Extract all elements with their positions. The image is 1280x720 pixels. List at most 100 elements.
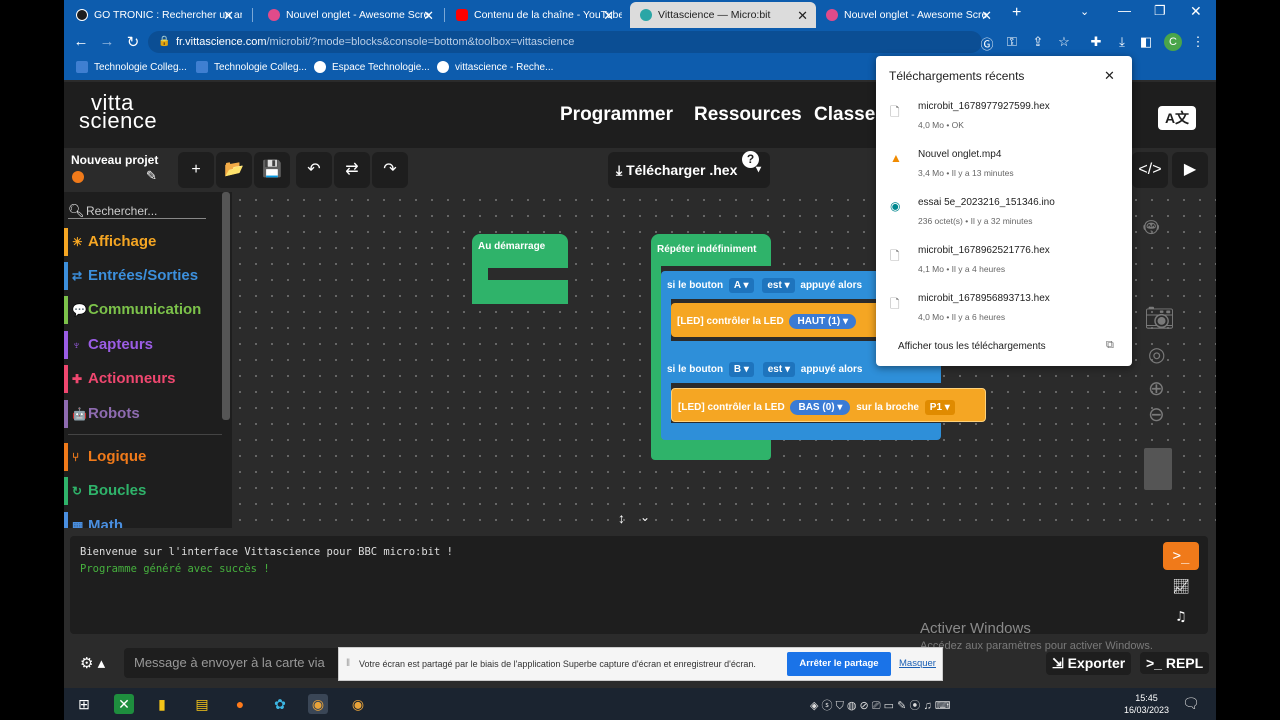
plotter-icon[interactable]: 📈︎ [1163, 573, 1199, 601]
category-boucles[interactable]: ↻ Boucles [64, 477, 224, 505]
button-b-dropdown[interactable]: B ▾ [728, 362, 754, 377]
console-terminal-icon[interactable]: >_ [1163, 542, 1199, 570]
hide-share-bar-link[interactable]: Masquer [899, 658, 936, 669]
led-control-block-b[interactable]: [LED] contrôler la LED BAS (0) ▾ sur la … [671, 388, 986, 422]
bookmark-item[interactable]: vittascience - Reche... [437, 61, 553, 73]
zoom-in-icon[interactable]: ⊕ [1148, 376, 1165, 401]
tray-icons[interactable]: ◈ ⓢ ⛉ ◍ ⊘ ⎚ ▭ ✎ ⦿ ♫ ⌨ [810, 697, 951, 713]
trash-icon[interactable] [1144, 448, 1172, 490]
screenshot-icon[interactable]: 📷︎ [1144, 304, 1174, 333]
minimize-icon[interactable]: — [1118, 3, 1131, 18]
stop-sharing-button[interactable]: Arrêter le partage [787, 652, 891, 676]
tab-gotronic[interactable]: GO TRONIC : Rechercher un arti ✕ [66, 2, 242, 28]
zoom-out-icon[interactable]: ⊖ [1148, 402, 1165, 427]
star-icon[interactable]: ☆ [1056, 34, 1072, 50]
language-button[interactable]: A文 [1158, 106, 1196, 130]
music-icon[interactable]: ♫ [1163, 603, 1199, 631]
open-folder-icon[interactable]: 📂 [216, 152, 252, 188]
collapse-console-icon[interactable]: ⌄ [640, 510, 650, 524]
new-tab-button[interactable]: + [1012, 4, 1021, 22]
code-view-icon[interactable]: </> [1132, 152, 1168, 188]
button-a-dropdown[interactable]: A ▾ [728, 278, 754, 293]
message-input[interactable]: Message à envoyer à la carte via [124, 648, 344, 678]
clock[interactable]: 15:45 16/03/2023 [1124, 692, 1169, 716]
toolbox-search[interactable]: 🔍︎ Rechercher... [68, 203, 206, 219]
close-tab-icon[interactable]: ✕ [603, 8, 614, 24]
address-bar[interactable]: 🔒 fr.vittascience.com/microbit/?mode=blo… [148, 31, 982, 53]
category-capteurs[interactable]: ♆ Capteurs [64, 331, 224, 359]
downloads-icon[interactable]: ⤓ [1114, 34, 1130, 50]
category-entrees-sorties[interactable]: ⇄ Entrées/Sorties [64, 262, 224, 290]
export-button[interactable]: ⇲ Exporter [1046, 652, 1132, 675]
restore-icon[interactable]: ❐ [1154, 3, 1166, 19]
close-icon[interactable]: ✕ [1104, 68, 1115, 84]
menu-icon[interactable]: ⋮ [1190, 34, 1206, 50]
file-explorer-icon[interactable]: ▮ [152, 694, 172, 714]
tab-awesome-screenshot[interactable]: Nouvel onglet - Awesome Scre ✕ [258, 2, 442, 28]
recenter-icon[interactable]: ◎ [1148, 342, 1165, 367]
reload-icon[interactable]: ↻ [124, 33, 142, 51]
app-icon[interactable]: ✿ [270, 694, 290, 714]
nav-ressources[interactable]: Ressources [694, 104, 802, 126]
tab-youtube[interactable]: Contenu de la chaîne - YouTube ✕ [446, 2, 622, 28]
category-robots[interactable]: 🤖Robots [64, 400, 224, 428]
notes-icon[interactable]: ▤ [192, 694, 212, 714]
windows-start-icon[interactable]: ⊞ [74, 694, 94, 714]
run-simulator-icon[interactable]: ▶ [1172, 152, 1208, 188]
resize-handle-icon[interactable]: ↕ [618, 510, 625, 526]
bookmark-item[interactable]: Espace Technologie... [314, 61, 430, 73]
close-tab-icon[interactable]: ✕ [223, 8, 234, 24]
nav-programmer[interactable]: Programmer [560, 104, 673, 126]
state-dropdown[interactable]: est ▾ [762, 278, 795, 293]
forward-icon[interactable]: → [98, 33, 116, 50]
google-lens-icon[interactable]: Ⓖ [979, 34, 995, 53]
show-all-downloads-link[interactable]: Afficher tous les téléchargements [898, 341, 1046, 352]
open-external-icon[interactable]: ⧉ [1106, 339, 1114, 352]
vittascience-logo[interactable]: vitta science [79, 92, 157, 132]
window-close-icon[interactable]: ✕ [1190, 3, 1202, 20]
firefox-icon[interactable]: ● [230, 694, 250, 714]
repl-button[interactable]: >_ REPL [1140, 652, 1210, 674]
led-control-block-a[interactable]: [LED] contrôler la LED HAUT (1) ▾ [671, 303, 901, 337]
chrome-active-icon[interactable]: ◉ [308, 694, 328, 714]
pin-dropdown[interactable]: P1 ▾ [924, 400, 955, 415]
notifications-icon[interactable]: 🗨︎ [1182, 695, 1200, 712]
redo-icon[interactable]: ↷ [372, 152, 408, 188]
state-dropdown[interactable]: est ▾ [762, 362, 795, 377]
robot-sprite-icon[interactable]: 🤖︎ [1144, 210, 1158, 245]
tab-awesome-screenshot-2[interactable]: Nouvel onglet - Awesome Scre ✕ [816, 2, 1000, 28]
sync-icon[interactable]: ⇄ [334, 152, 370, 188]
category-math[interactable]: ▦ Math [64, 512, 224, 528]
help-icon[interactable]: ? [742, 151, 759, 168]
key-icon[interactable]: ⚿ [1004, 34, 1020, 50]
bookmark-item[interactable]: Technologie Colleg... [196, 61, 307, 73]
category-actionneurs[interactable]: ✚ Actionneurs [64, 365, 224, 393]
undo-icon[interactable]: ↶ [296, 152, 332, 188]
category-affichage[interactable]: ☀ Affichage [64, 228, 224, 256]
close-tab-icon[interactable]: ✕ [981, 8, 992, 24]
side-panel-icon[interactable]: ◧ [1138, 34, 1154, 50]
forever-loop-block[interactable]: Répéter indéfiniment [651, 234, 771, 266]
edit-project-icon[interactable]: ✎ [146, 168, 157, 184]
tab-vittascience[interactable]: Vittascience — Micro:bit ✕ [630, 2, 816, 28]
chrome-icon[interactable]: ◉ [348, 694, 368, 714]
category-communication[interactable]: 💬Communication [64, 296, 224, 324]
led-state-dropdown[interactable]: BAS (0) ▾ [790, 400, 851, 415]
bookmark-item[interactable]: Technologie Colleg... [76, 61, 187, 73]
nav-classe[interactable]: Classe [814, 104, 875, 126]
drag-handle-icon[interactable]: ‖ [346, 658, 350, 669]
save-icon[interactable]: 💾 [254, 152, 290, 188]
profile-avatar[interactable]: C [1164, 33, 1182, 51]
excel-icon[interactable]: ✕ [114, 694, 134, 714]
new-project-button[interactable]: + [178, 152, 214, 188]
back-icon[interactable]: ← [72, 33, 90, 50]
settings-gear-icon[interactable]: ⚙ ▴ [80, 654, 105, 672]
category-logique[interactable]: ⑂ Logique [64, 443, 224, 471]
on-start-block[interactable]: Au démarrage [472, 234, 568, 268]
share-icon[interactable]: ⇪ [1030, 34, 1046, 50]
extensions-icon[interactable]: ✚ [1088, 34, 1104, 50]
close-tab-icon[interactable]: ✕ [423, 8, 434, 24]
close-tab-icon[interactable]: ✕ [797, 8, 808, 24]
tab-search-icon[interactable]: ⌄ [1080, 5, 1089, 18]
sidebar-scrollbar[interactable] [222, 192, 230, 420]
